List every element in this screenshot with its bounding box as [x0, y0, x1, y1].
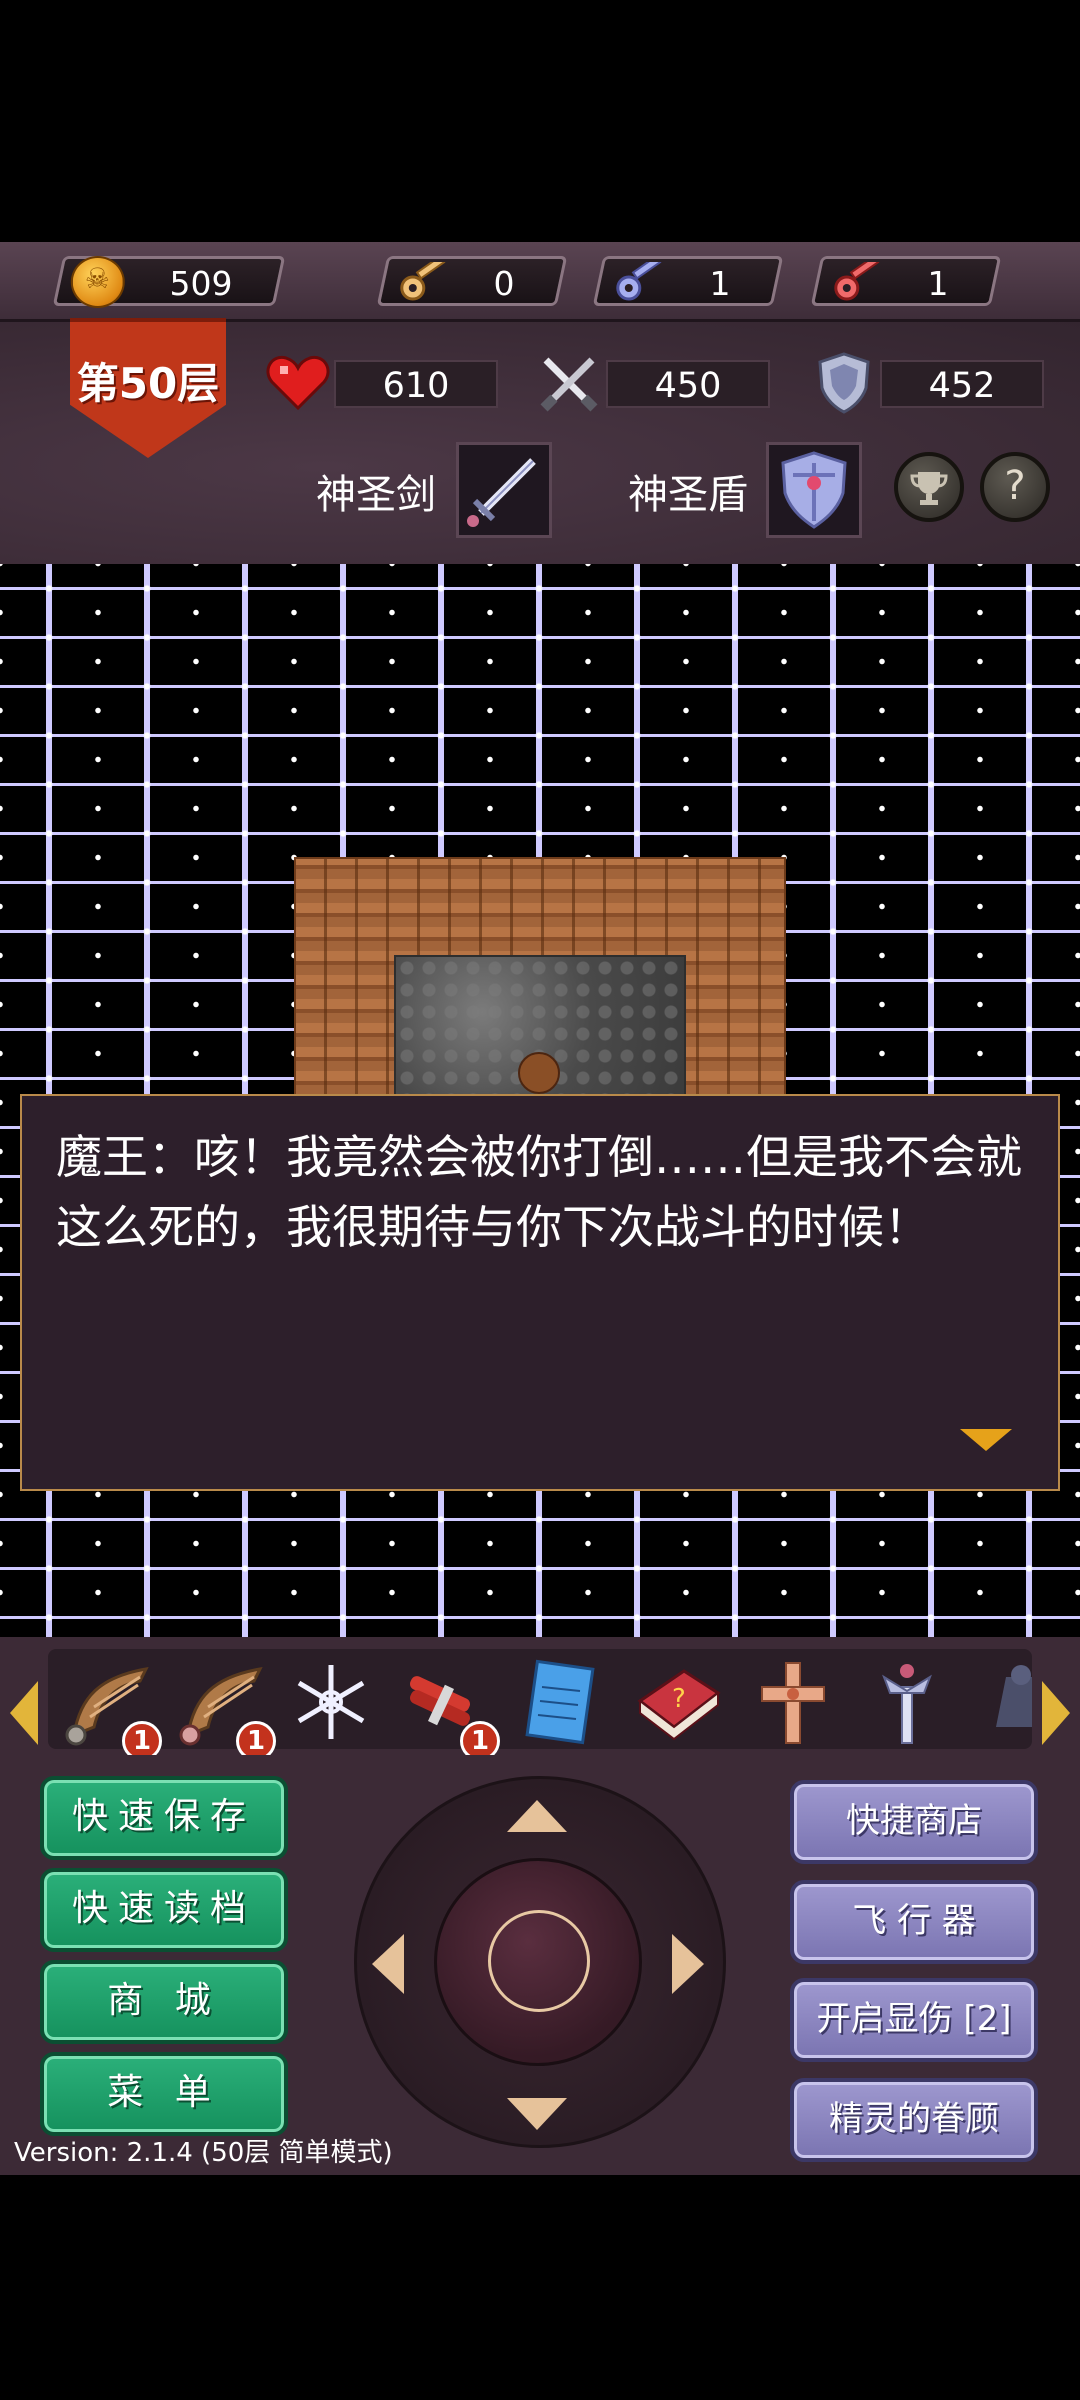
show-damage-button[interactable]: 开启显伤 [2] — [790, 1978, 1038, 2062]
item-dynamite[interactable]: 1 — [398, 1657, 500, 1761]
snowflake-icon — [297, 1665, 365, 1739]
menu-button[interactable]: 菜 单 — [40, 2052, 288, 2136]
attack-value: 450 — [654, 366, 722, 406]
item-ice-magic[interactable] — [286, 1657, 382, 1753]
scroll-left-arrow-icon[interactable] — [10, 1681, 38, 1745]
fairy-blessing-button[interactable]: 精灵的眷顾 — [790, 2078, 1038, 2162]
blue-key-icon — [616, 262, 662, 301]
monster-manual-icon: ? — [637, 1669, 721, 1741]
hp-box: 610 — [334, 360, 498, 408]
gold-coin-icon — [70, 256, 125, 308]
item-cross[interactable] — [748, 1657, 844, 1753]
shop-button[interactable]: 商 城 — [40, 1960, 288, 2044]
notebook-icon — [525, 1659, 595, 1745]
quick-shop-button[interactable]: 快捷商店 — [790, 1780, 1038, 1864]
heart-icon — [266, 355, 330, 411]
trophy-icon — [910, 472, 948, 505]
defense-value: 452 — [928, 366, 996, 406]
crossed-swords-icon — [540, 357, 598, 412]
item-row: 1 1 1 ? — [48, 1649, 1032, 1761]
item-wing-down[interactable]: 1 — [174, 1657, 276, 1761]
quick-save-button[interactable]: 快速保存 — [40, 1776, 288, 1860]
resource-bar: 509 0 1 1 — [0, 242, 1080, 322]
scroll-right-arrow-icon[interactable] — [1042, 1681, 1070, 1745]
trophy-button[interactable] — [894, 452, 964, 522]
holy-sword-icon — [467, 458, 536, 527]
shield-slot[interactable] — [766, 442, 862, 538]
weapon-label: 神圣剑 — [316, 472, 436, 518]
dialog-text: 魔王：咳！我竟然会被你打倒……但是我不会就这么死的，我很期待与你下次战斗的时候！ — [56, 1130, 1022, 1254]
item-notebook[interactable] — [518, 1657, 614, 1753]
cross-icon — [761, 1662, 825, 1744]
red-key-value: 1 — [927, 264, 949, 303]
yellow-key-counter: 0 — [376, 256, 568, 306]
shield-label: 神圣盾 — [628, 472, 748, 518]
gold-value: 509 — [169, 264, 233, 303]
fly-device-button[interactable]: 飞 行 器 — [790, 1880, 1038, 1964]
attack-box: 450 — [606, 360, 770, 408]
holy-shield-icon — [781, 451, 847, 529]
blue-key-value: 1 — [709, 264, 731, 303]
question-icon: ? — [1004, 463, 1026, 509]
defense-box: 452 — [880, 360, 1044, 408]
yellow-key-icon — [400, 262, 446, 301]
yellow-key-value: 0 — [493, 264, 515, 303]
svg-text:?: ? — [672, 1684, 686, 1714]
red-key-icon — [834, 262, 880, 301]
item-holy-sword[interactable] — [862, 1657, 958, 1753]
game-screen: 509 0 1 1 — [0, 0, 1080, 2400]
help-button[interactable]: ? — [980, 452, 1050, 522]
weapon-slot[interactable] — [456, 442, 552, 538]
floor-label: 第50层 — [76, 359, 220, 408]
dpad-down-arrow-icon[interactable] — [507, 2098, 567, 2130]
hp-value: 610 — [382, 366, 450, 406]
item-bar: 1 1 1 ? — [0, 1637, 1080, 1761]
item-monster-manual[interactable]: ? — [632, 1657, 728, 1753]
item-dark[interactable] — [976, 1657, 1032, 1753]
red-key-counter: 1 — [810, 256, 1002, 306]
shield-icon — [818, 352, 870, 414]
continue-arrow-icon[interactable] — [960, 1429, 1012, 1451]
dark-item-icon — [996, 1665, 1032, 1727]
dpad-up-arrow-icon[interactable] — [507, 1800, 567, 1832]
holy-sword-item-icon — [882, 1664, 932, 1744]
gold-counter: 509 — [52, 256, 286, 308]
item-wing-up[interactable]: 1 — [60, 1657, 162, 1761]
quick-load-button[interactable]: 快速读档 — [40, 1868, 288, 1952]
dpad-ring — [488, 1910, 590, 2012]
hero-sprite — [518, 1052, 560, 1094]
dialog-box[interactable]: 魔王：咳！我竟然会被你打倒……但是我不会就这么死的，我很期待与你下次战斗的时候！ — [20, 1094, 1060, 1491]
dpad-left-arrow-icon[interactable] — [372, 1934, 404, 1994]
version-text: Version: 2.1.4 (50层 简单模式) — [14, 2138, 393, 2168]
dpad-right-arrow-icon[interactable] — [672, 1934, 704, 1994]
blue-key-counter: 1 — [592, 256, 784, 306]
